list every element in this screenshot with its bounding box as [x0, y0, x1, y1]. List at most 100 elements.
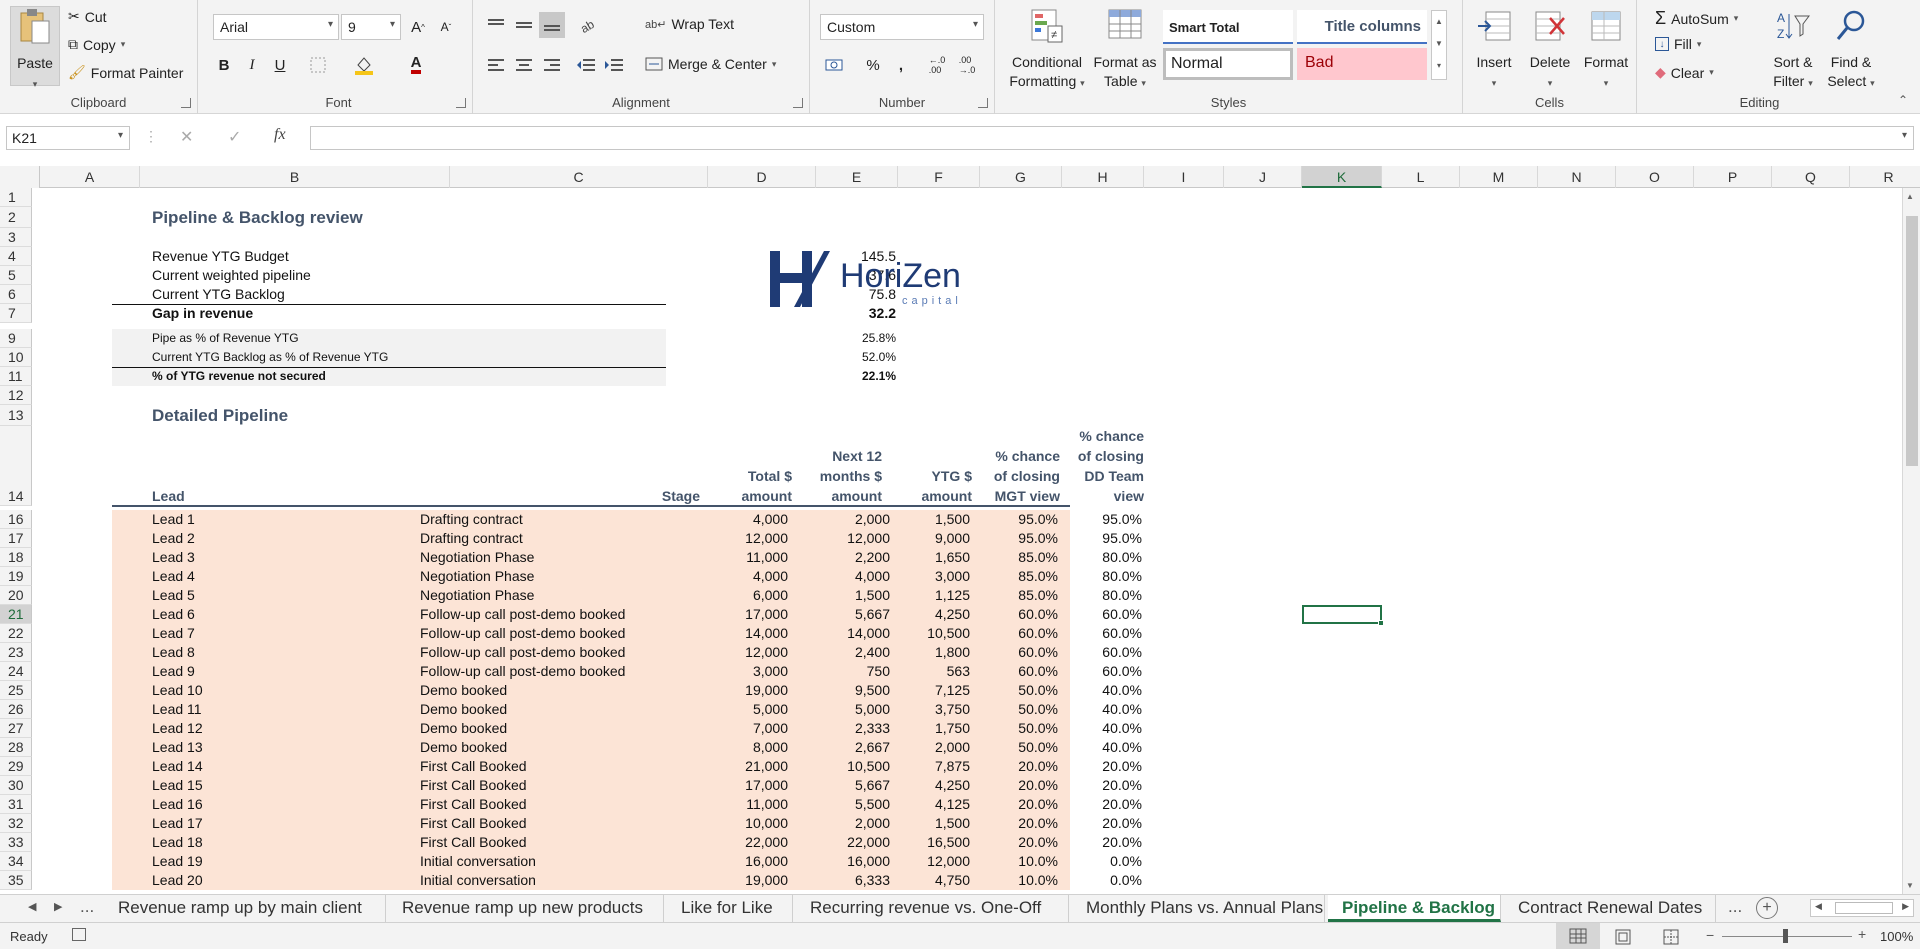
new-sheet-icon[interactable]: + — [1756, 897, 1778, 919]
clipboard-launcher-icon[interactable] — [181, 98, 191, 108]
page-layout-view-icon[interactable] — [1614, 929, 1632, 948]
name-box[interactable]: K21 — [6, 126, 130, 150]
row-header-2[interactable]: 2 — [0, 207, 32, 228]
orientation-icon[interactable]: ab — [577, 12, 603, 38]
row-header-14[interactable]: 14 — [0, 426, 32, 506]
formula-input[interactable] — [310, 126, 1914, 150]
column-header-A[interactable]: A — [40, 166, 140, 188]
collapse-ribbon-icon[interactable]: ⌃ — [1898, 93, 1908, 107]
row-header-5[interactable]: 5 — [0, 266, 32, 285]
fill-button[interactable]: ↓ Fill ▾ — [1655, 36, 1701, 52]
merge-center-button[interactable]: Merge & Center ▾ — [645, 56, 776, 72]
font-name-select[interactable]: Arial — [213, 14, 339, 40]
vertical-scrollbar[interactable]: ▲ ▼ — [1902, 188, 1920, 894]
sort-filter-button[interactable]: AZ Sort & Filter ▾ — [1765, 8, 1821, 93]
conditional-formatting-button[interactable]: ≠ Conditional Formatting ▾ — [1005, 8, 1089, 93]
row-header-23[interactable]: 23 — [0, 643, 32, 662]
row-header-12[interactable]: 12 — [0, 386, 32, 405]
decrease-indent-icon[interactable] — [573, 52, 599, 78]
number-format-select[interactable]: Custom — [820, 14, 984, 40]
clear-button[interactable]: ◆ Clear ▾ — [1655, 64, 1714, 81]
enter-icon[interactable]: ✓ — [228, 127, 241, 147]
column-header-I[interactable]: I — [1144, 166, 1224, 188]
row-header-16[interactable]: 16 — [0, 510, 32, 529]
row-header-20[interactable]: 20 — [0, 586, 32, 605]
row-header-31[interactable]: 31 — [0, 795, 32, 814]
align-middle-icon[interactable] — [511, 12, 537, 38]
column-header-Q[interactable]: Q — [1772, 166, 1850, 188]
scroll-right-icon[interactable]: ▶ — [1902, 901, 1909, 912]
format-cells-button[interactable]: Format ▾ — [1579, 8, 1633, 93]
paste-button[interactable]: Paste ▾ — [10, 6, 60, 89]
zoom-out-icon[interactable]: − — [1706, 927, 1714, 943]
hscroll-thumb[interactable] — [1835, 902, 1893, 914]
percent-button[interactable]: % — [860, 52, 886, 78]
align-left-icon[interactable] — [483, 52, 509, 78]
scroll-thumb[interactable] — [1906, 216, 1918, 466]
decrease-decimal-icon[interactable]: .00 →.0 — [954, 52, 980, 78]
row-header-27[interactable]: 27 — [0, 719, 32, 738]
sheet-tab-3[interactable]: Recurring revenue vs. One-Off — [796, 895, 1069, 922]
tabs-more-left[interactable]: ... — [80, 897, 94, 917]
zoom-slider[interactable] — [1722, 929, 1852, 943]
row-header-18[interactable]: 18 — [0, 548, 32, 567]
row-header-3[interactable]: 3 — [0, 228, 32, 247]
column-header-O[interactable]: O — [1616, 166, 1694, 188]
zoom-in-icon[interactable]: + — [1858, 926, 1866, 942]
row-header-32[interactable]: 32 — [0, 814, 32, 833]
row-header-11[interactable]: 11 — [0, 367, 32, 386]
column-header-E[interactable]: E — [816, 166, 898, 188]
scroll-left-icon[interactable]: ◀ — [1815, 901, 1822, 912]
underline-button[interactable]: U — [267, 52, 293, 78]
row-header-1[interactable]: 1 — [0, 188, 32, 207]
align-bottom-icon[interactable] — [539, 12, 565, 38]
font-launcher-icon[interactable] — [456, 98, 466, 108]
comma-button[interactable]: , — [888, 52, 914, 78]
fill-handle[interactable] — [1378, 620, 1384, 626]
row-header-35[interactable]: 35 — [0, 871, 32, 890]
sheet-tab-1[interactable]: Revenue ramp up new products — [388, 895, 664, 922]
autosum-button[interactable]: Σ AutoSum ▾ — [1655, 8, 1738, 29]
style-normal[interactable]: Normal — [1163, 48, 1293, 80]
row-header-4[interactable]: 4 — [0, 247, 32, 266]
align-center-icon[interactable] — [511, 52, 537, 78]
row-header-26[interactable]: 26 — [0, 700, 32, 719]
font-color-icon[interactable]: A — [403, 52, 429, 78]
column-header-L[interactable]: L — [1382, 166, 1460, 188]
column-header-H[interactable]: H — [1062, 166, 1144, 188]
row-header-29[interactable]: 29 — [0, 757, 32, 776]
row-header-21[interactable]: 21 — [0, 605, 32, 624]
scroll-up-icon[interactable]: ▲ — [1906, 192, 1914, 201]
row-header-28[interactable]: 28 — [0, 738, 32, 757]
tab-scroll-right-icon[interactable]: ▶ — [54, 900, 62, 913]
row-header-34[interactable]: 34 — [0, 852, 32, 871]
increase-indent-icon[interactable] — [601, 52, 627, 78]
selected-cell-k21[interactable] — [1302, 605, 1384, 626]
column-header-B[interactable]: B — [140, 166, 450, 188]
sheet-tab-5[interactable]: Pipeline & Backlog — [1328, 895, 1501, 922]
row-header-9[interactable]: 9 — [0, 329, 32, 348]
currency-icon[interactable] — [822, 52, 848, 78]
format-painter-button[interactable]: 🖌 Format Painter — [68, 64, 183, 81]
row-header-13[interactable]: 13 — [0, 405, 32, 426]
increase-decimal-icon[interactable]: ←.0.00 — [924, 52, 950, 78]
row-header-6[interactable]: 6 — [0, 285, 32, 304]
row-header-33[interactable]: 33 — [0, 833, 32, 852]
row-header-24[interactable]: 24 — [0, 662, 32, 681]
bold-button[interactable]: B — [211, 52, 237, 78]
row-header-25[interactable]: 25 — [0, 681, 32, 700]
italic-button[interactable]: I — [239, 52, 265, 78]
cut-button[interactable]: ✂ Cut — [68, 8, 107, 25]
sheet-tab-6[interactable]: Contract Renewal Dates — [1504, 895, 1716, 922]
row-header-22[interactable]: 22 — [0, 624, 32, 643]
style-smart-total[interactable]: Smart Total — [1163, 10, 1293, 44]
tab-scroll-left-icon[interactable]: ◀ — [28, 900, 36, 913]
column-header-J[interactable]: J — [1224, 166, 1302, 188]
wrap-text-button[interactable]: ab↵ Wrap Text — [645, 16, 734, 32]
column-header-K[interactable]: K — [1302, 166, 1382, 188]
macro-record-icon[interactable] — [72, 928, 86, 941]
row-header-7[interactable]: 7 — [0, 304, 32, 323]
insert-button[interactable]: Insert ▾ — [1467, 8, 1521, 93]
column-header-N[interactable]: N — [1538, 166, 1616, 188]
align-top-icon[interactable] — [483, 12, 509, 38]
